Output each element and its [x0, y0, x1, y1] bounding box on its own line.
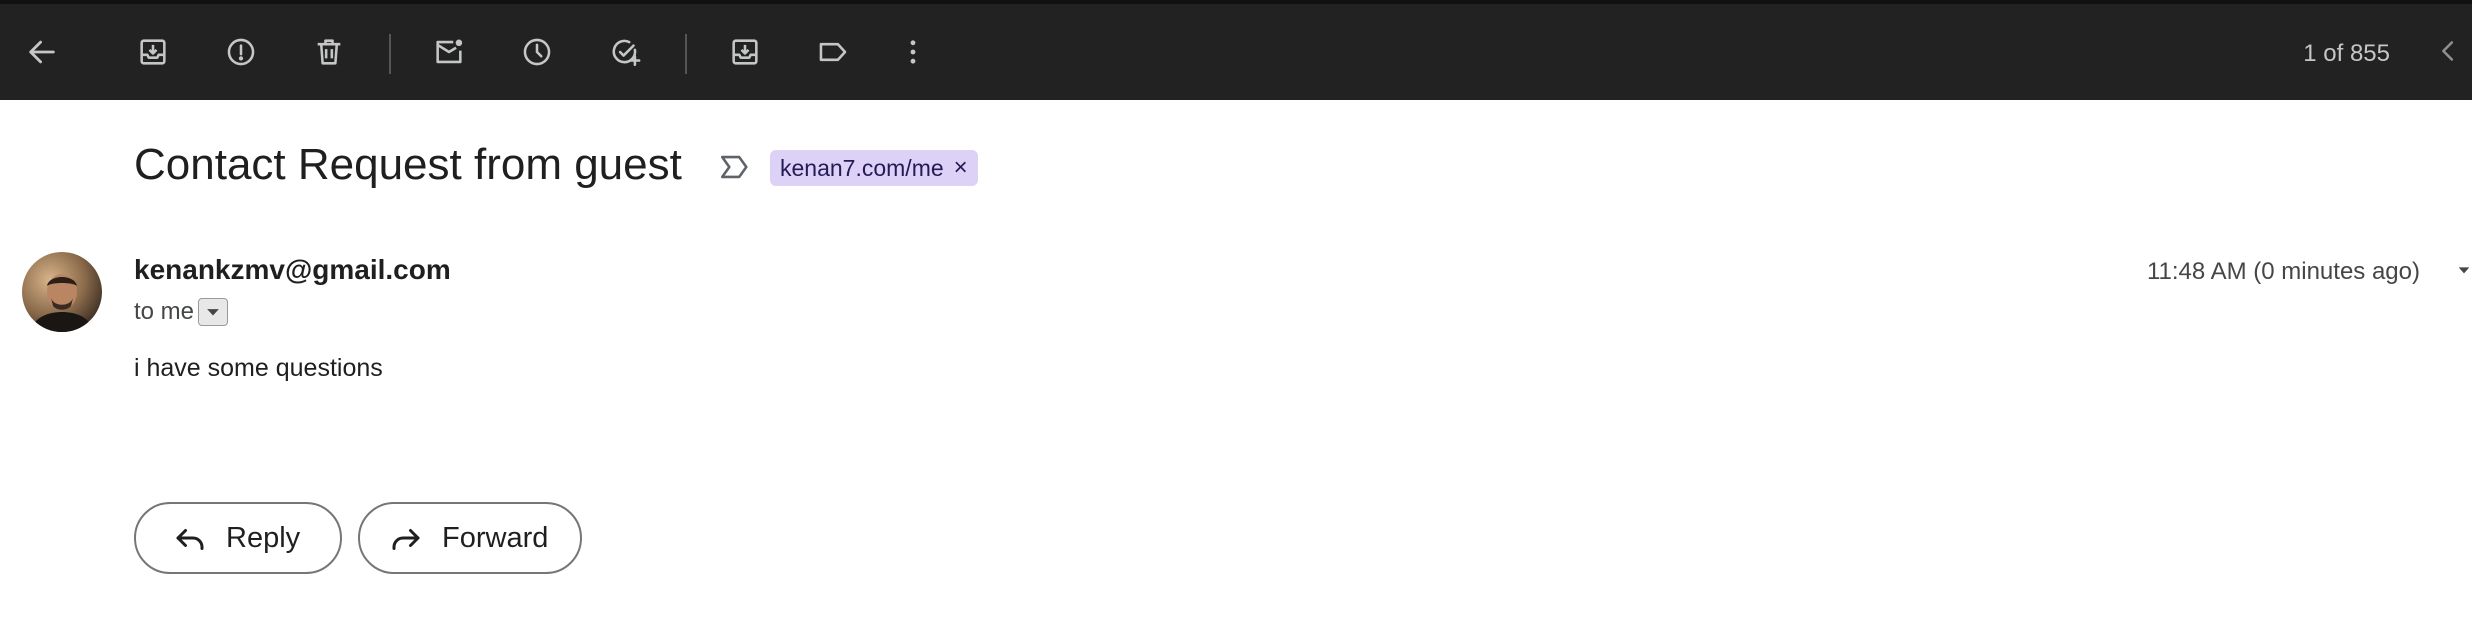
more-vert-icon — [910, 40, 916, 64]
recipients: to me — [134, 298, 229, 326]
email-body: i have some questions — [134, 354, 383, 382]
importance-icon — [720, 155, 748, 179]
forward-button[interactable]: Forward — [358, 502, 582, 574]
show-details-button[interactable] — [198, 298, 229, 326]
snooze-button[interactable] — [509, 24, 565, 80]
mark-unread-icon — [436, 39, 463, 64]
message-options-button[interactable] — [2456, 262, 2472, 278]
add-task-icon — [612, 39, 641, 67]
label-name: kenan7.com/me — [780, 154, 944, 181]
clock-icon — [523, 38, 551, 66]
move-to-button[interactable] — [717, 24, 773, 80]
caret-down-icon — [2458, 267, 2470, 274]
forward-label: Forward — [442, 521, 549, 554]
toolbar-separator — [685, 34, 687, 74]
email-timestamp: 11:48 AM (0 minutes ago) — [2146, 258, 2420, 285]
toolbar-separator — [389, 34, 391, 74]
add-to-tasks-button[interactable] — [597, 24, 653, 80]
reply-icon — [176, 529, 204, 550]
label-chip: kenan7.com/me × — [770, 150, 978, 186]
newer-button[interactable] — [2432, 34, 2472, 74]
sender-email: kenankzmv@gmail.com — [134, 254, 451, 285]
caret-down-icon — [207, 309, 219, 316]
label-icon — [819, 42, 847, 62]
delete-button[interactable] — [301, 24, 357, 80]
archive-button[interactable] — [125, 24, 181, 80]
back-button[interactable] — [14, 24, 70, 80]
recipients-label: to me — [134, 298, 195, 325]
labels-button[interactable] — [805, 24, 861, 80]
report-spam-icon — [227, 38, 255, 66]
importance-marker[interactable] — [718, 150, 752, 184]
archive-icon — [140, 39, 166, 65]
report-spam-button[interactable] — [213, 24, 269, 80]
trash-icon — [317, 39, 341, 65]
page-count: 1 of 855 — [2303, 40, 2390, 67]
move-to-icon — [732, 39, 758, 65]
mark-unread-button[interactable] — [421, 24, 477, 80]
arrow-left-icon — [29, 40, 55, 64]
reply-button[interactable]: Reply — [134, 502, 342, 574]
reply-label: Reply — [226, 521, 301, 554]
sender-avatar[interactable] — [22, 252, 102, 332]
email-subject: Contact Request from guest — [134, 140, 682, 189]
avatar-photo — [22, 252, 102, 332]
more-button[interactable] — [885, 24, 941, 80]
remove-label-button[interactable]: × — [954, 154, 968, 182]
forward-icon — [392, 529, 420, 550]
chevron-left-icon — [2442, 41, 2454, 61]
toolbar: 1 of 855 — [0, 0, 2472, 100]
